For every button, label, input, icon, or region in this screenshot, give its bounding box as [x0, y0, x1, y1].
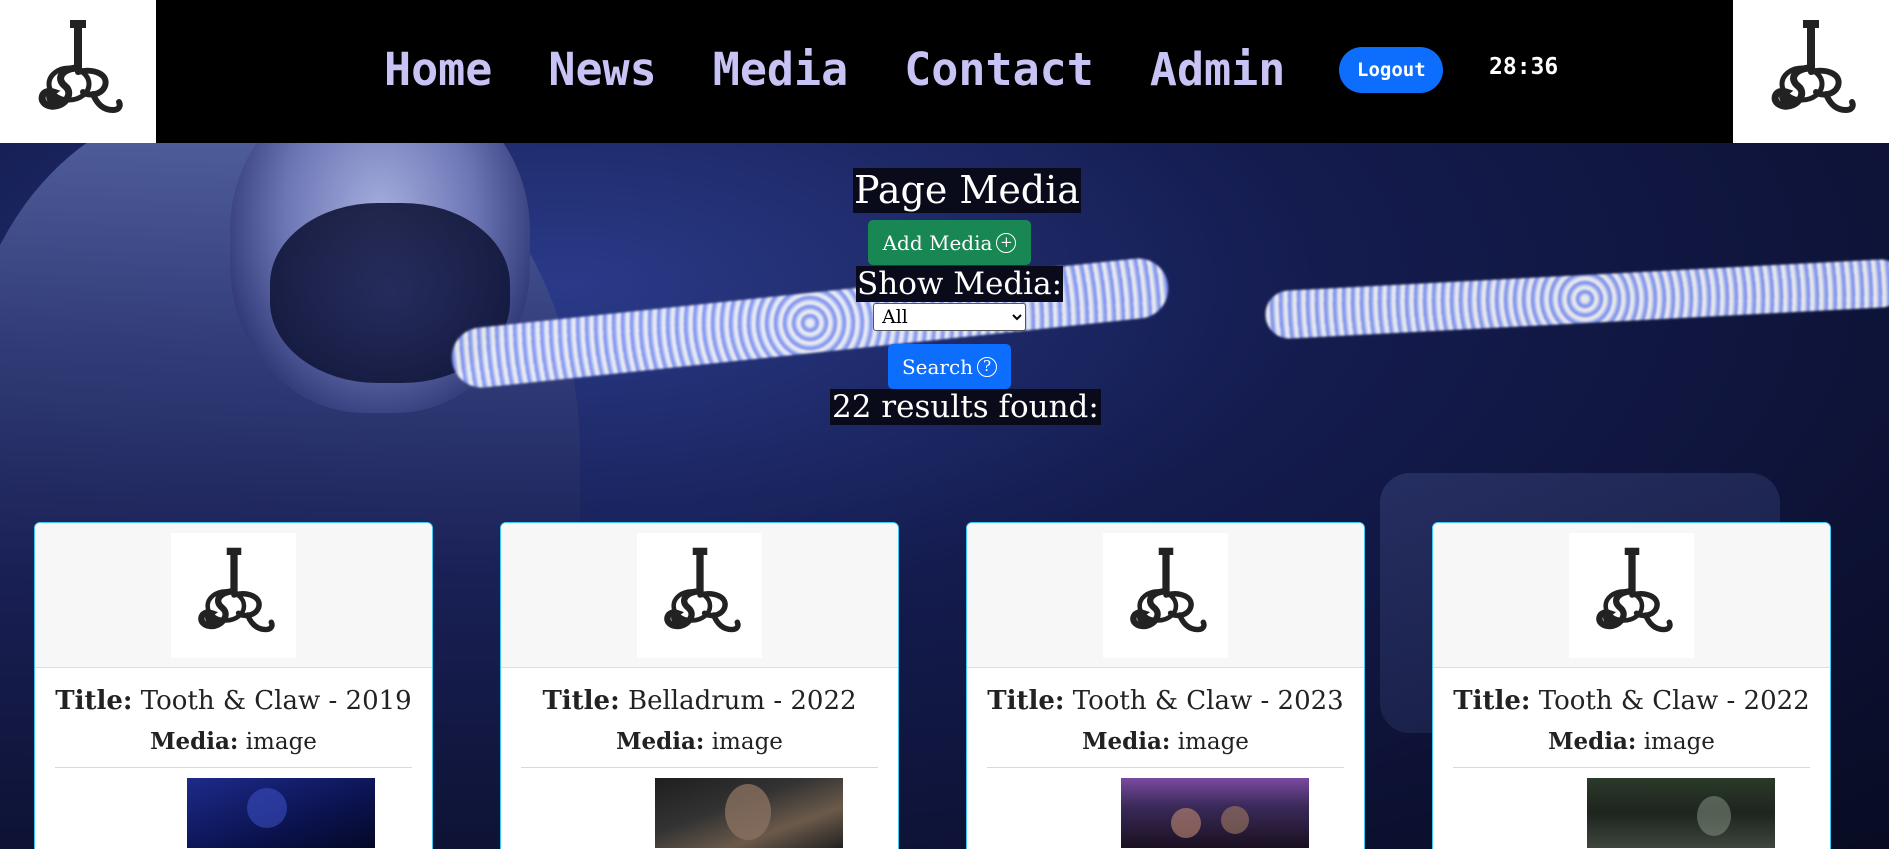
- card-media: Media: image: [1433, 728, 1830, 755]
- nav-news[interactable]: News: [548, 44, 656, 96]
- nav-admin[interactable]: Admin: [1150, 44, 1285, 96]
- logout-button[interactable]: Logout: [1339, 47, 1444, 93]
- media-card[interactable]: Title: Tooth & Claw - 2023 Media: image: [966, 522, 1365, 849]
- card-media-value: image: [245, 729, 317, 755]
- card-logo: [1569, 532, 1694, 658]
- card-title-value: Belladrum - 2022: [627, 686, 857, 716]
- thumbnail-detail: [725, 784, 771, 840]
- card-title-label: Title:: [987, 686, 1065, 716]
- card-media-value: image: [1177, 729, 1249, 755]
- sr-guitar-logo-icon: [1771, 19, 1856, 113]
- card-title-label: Title:: [1453, 686, 1531, 716]
- sr-guitar-logo-icon: [663, 547, 741, 633]
- card-media-label: Media:: [616, 728, 705, 755]
- card-title: Title: Belladrum - 2022: [501, 686, 898, 716]
- show-media-select[interactable]: All: [873, 303, 1026, 331]
- card-logo: [637, 532, 762, 658]
- sr-guitar-logo-icon: [1129, 547, 1207, 633]
- question-circle-icon: ?: [977, 356, 998, 377]
- session-timer: 28:36: [1489, 54, 1559, 80]
- nav-media[interactable]: Media: [713, 44, 848, 96]
- card-media: Media: image: [35, 728, 432, 755]
- card-media-value: image: [711, 729, 783, 755]
- plus-circle-icon: +: [996, 232, 1017, 253]
- card-title-value: Tooth & Claw - 2023: [1072, 686, 1344, 716]
- card-title: Title: Tooth & Claw - 2019: [35, 686, 432, 716]
- card-header: [501, 523, 898, 668]
- sr-guitar-logo-icon: [38, 19, 123, 113]
- page-title: Page Media: [853, 168, 1081, 213]
- card-title-label: Title:: [55, 686, 133, 716]
- media-card[interactable]: Title: Belladrum - 2022 Media: image: [500, 522, 899, 849]
- nav-home[interactable]: Home: [384, 44, 492, 96]
- sr-guitar-logo-icon: [197, 547, 275, 633]
- sr-guitar-logo-icon: [1595, 547, 1673, 633]
- thumbnail-detail: [1221, 806, 1249, 834]
- show-media-label: Show Media:: [856, 266, 1064, 302]
- card-title-label: Title:: [542, 686, 620, 716]
- stage-light-bar: [1264, 258, 1889, 340]
- card-media: Media: image: [967, 728, 1364, 755]
- card-media-value: image: [1643, 729, 1715, 755]
- card-media-label: Media:: [1548, 728, 1637, 755]
- card-divider: [521, 767, 878, 768]
- card-title-value: Tooth & Claw - 2019: [140, 686, 412, 716]
- card-media-label: Media:: [150, 728, 239, 755]
- card-divider: [987, 767, 1344, 768]
- card-title: Title: Tooth & Claw - 2023: [967, 686, 1364, 716]
- search-label: Search: [901, 354, 974, 379]
- card-header: [1433, 523, 1830, 668]
- card-thumbnail[interactable]: [187, 778, 375, 848]
- card-thumbnail[interactable]: [1121, 778, 1309, 848]
- thumbnail-detail: [1171, 808, 1201, 838]
- card-title-value: Tooth & Claw - 2022: [1538, 686, 1810, 716]
- add-media-button[interactable]: Add Media +: [868, 220, 1031, 265]
- card-divider: [1453, 767, 1810, 768]
- card-divider: [55, 767, 412, 768]
- media-card-list: Title: Tooth & Claw - 2019 Media: image: [34, 522, 1831, 849]
- site-logo-right[interactable]: [1733, 0, 1889, 143]
- media-card[interactable]: Title: Tooth & Claw - 2019 Media: image: [34, 522, 433, 849]
- site-header: Home News Media Contact Admin Logout 28:…: [0, 0, 1889, 143]
- media-card[interactable]: Title: Tooth & Claw - 2022 Media: image: [1432, 522, 1831, 849]
- card-media: Media: image: [501, 728, 898, 755]
- card-logo: [171, 532, 296, 658]
- add-media-label: Add Media: [882, 230, 993, 255]
- card-header: [35, 523, 432, 668]
- site-logo-left[interactable]: [0, 0, 156, 143]
- card-logo: [1103, 532, 1228, 658]
- main-nav: Home News Media Contact Admin Logout: [384, 44, 1444, 96]
- nav-contact[interactable]: Contact: [904, 44, 1094, 96]
- search-button[interactable]: Search ?: [888, 344, 1011, 389]
- thumbnail-detail: [247, 788, 287, 828]
- card-header: [967, 523, 1364, 668]
- card-title: Title: Tooth & Claw - 2022: [1433, 686, 1830, 716]
- card-media-label: Media:: [1082, 728, 1171, 755]
- card-thumbnail[interactable]: [1587, 778, 1775, 848]
- card-thumbnail[interactable]: [655, 778, 843, 848]
- results-count: 22 results found:: [830, 389, 1101, 425]
- thumbnail-detail: [1697, 796, 1731, 836]
